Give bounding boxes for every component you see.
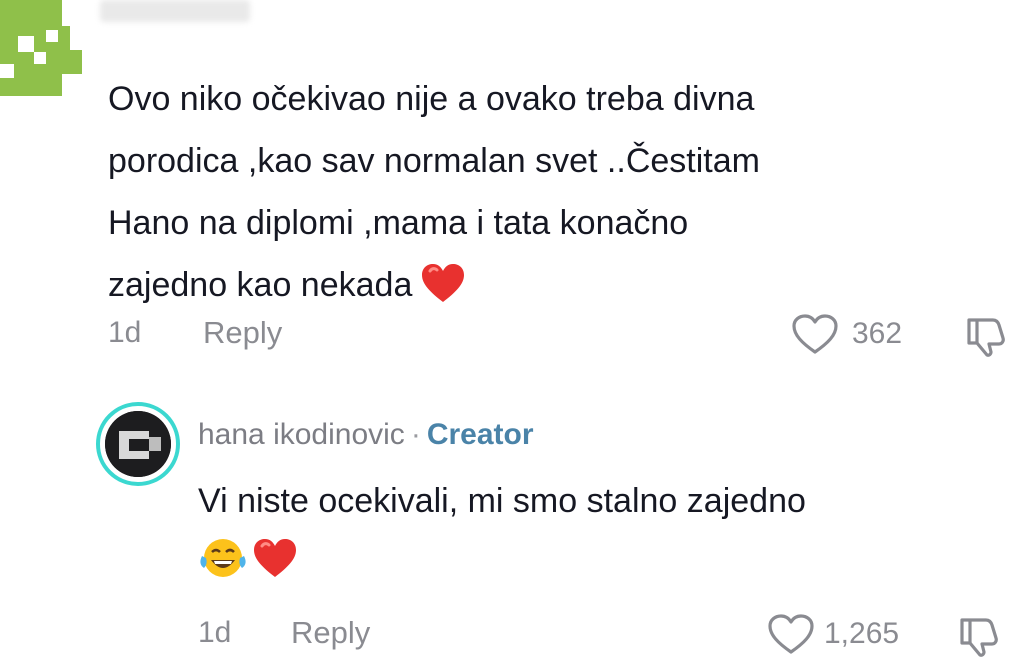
dislike-icon[interactable] [956,614,1000,663]
comment-line-4: zajedno kao nekada [108,266,413,304]
separator-dot: · [410,418,421,451]
comment-text: Ovo niko očekivao nije a ovako treba div… [108,68,988,324]
reply-button[interactable]: Reply [291,615,370,651]
laughing-face-icon [198,539,252,577]
comment-age: 1d [108,316,142,349]
reply-emojis [198,534,298,584]
reply-button[interactable]: Reply [203,315,282,351]
reply-username[interactable]: hana ikodinovic [198,418,405,451]
red-heart-icon [252,539,298,577]
heart-outline-icon[interactable] [766,612,816,661]
reply-text: Vi niste ocekivali, mi smo stalno zajedn… [198,482,806,520]
heart-outline-icon[interactable] [790,312,840,361]
reply-header: hana ikodinovic · Creator [198,418,534,452]
comment-line-2: porodica ,kao sav normalan svet ..Čestit… [108,142,760,180]
reply-actions: 1d Reply 1,265 [198,608,1018,657]
creator-avatar-image [105,411,171,477]
comment-line-3: Hano na diplomi ,mama i tata konačno [108,204,689,242]
dislike-icon[interactable] [963,314,1007,363]
like-count: 362 [852,317,903,350]
pixel-avatar-icon [0,0,82,96]
creator-avatar[interactable] [96,402,180,486]
username-redacted [100,0,250,22]
like-count: 1,265 [824,617,900,650]
creator-badge: Creator [426,418,534,451]
reply-age: 1d [198,616,232,649]
comment-line-1: Ovo niko očekivao nije a ovako treba div… [108,80,755,118]
comment-actions: 1d Reply 362 [108,312,1008,357]
avatar[interactable] [0,0,82,96]
